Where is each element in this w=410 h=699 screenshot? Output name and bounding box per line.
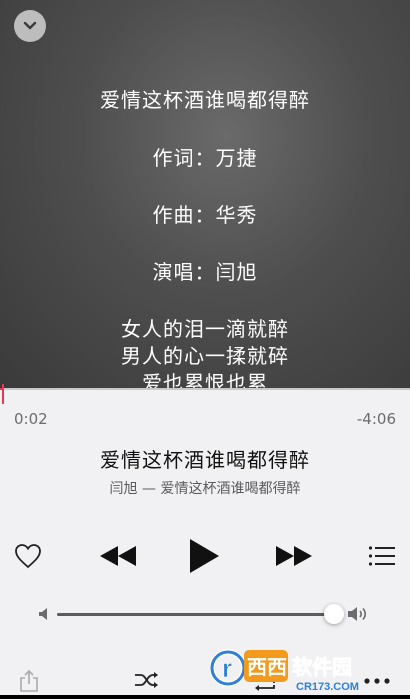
svg-text:西西: 西西 [247, 655, 287, 679]
collapse-button[interactable] [14, 10, 46, 42]
progress-scrubber[interactable] [2, 384, 5, 404]
shuffle-icon [135, 672, 158, 688]
remaining-time: -4:06 [356, 410, 396, 428]
svg-text:r: r [222, 653, 232, 683]
watermark-logo: r 西西 软件园 CR173.COM [209, 640, 410, 695]
share-icon [20, 669, 38, 692]
lyric-line: 爱情这杯酒谁喝都得醉 [100, 88, 310, 112]
lyric-line: 作词：万捷 [152, 146, 258, 170]
volume-slider[interactable] [57, 613, 340, 616]
share-button[interactable] [16, 666, 42, 695]
play-icon [190, 539, 219, 573]
song-title: 爱情这杯酒谁喝都得醉 [100, 448, 310, 472]
lyric-line: 作曲：华秀 [152, 203, 258, 227]
lyric-line: 爱也累恨也累 [142, 371, 268, 388]
love-button[interactable] [10, 538, 46, 574]
svg-text:软件园: 软件园 [292, 655, 352, 679]
shuffle-button[interactable] [132, 668, 162, 692]
volume-low-icon [36, 604, 52, 624]
lyric-line: 演唱：闫旭 [152, 260, 258, 284]
volume-knob[interactable] [324, 604, 345, 624]
volume-fill [57, 613, 335, 616]
lyric-line: 男人的心一揉就碎 [121, 344, 289, 368]
fast-forward-icon [276, 546, 312, 566]
previous-button[interactable] [96, 538, 140, 574]
lyrics-pane[interactable]: 爱情这杯酒谁喝都得醉 作词：万捷 作曲：华秀 演唱：闫旭 女人的泪一滴就醉 男人… [0, 0, 410, 388]
song-subtitle: 闫旭 — 爱情这杯酒谁喝都得醉 [109, 481, 301, 497]
lyric-line: 女人的泪一滴就醉 [121, 317, 289, 341]
heart-icon [15, 544, 41, 569]
svg-text:CR173.COM: CR173.COM [296, 681, 359, 693]
next-button[interactable] [272, 538, 316, 574]
playlist-button[interactable] [366, 540, 398, 572]
progress-bar[interactable] [0, 388, 410, 390]
chevron-down-icon [23, 21, 37, 30]
play-button[interactable] [184, 534, 224, 578]
rewind-icon [100, 546, 136, 566]
list-icon [368, 546, 395, 566]
volume-high-icon [346, 603, 372, 625]
elapsed-time: 0:02 [14, 410, 48, 428]
